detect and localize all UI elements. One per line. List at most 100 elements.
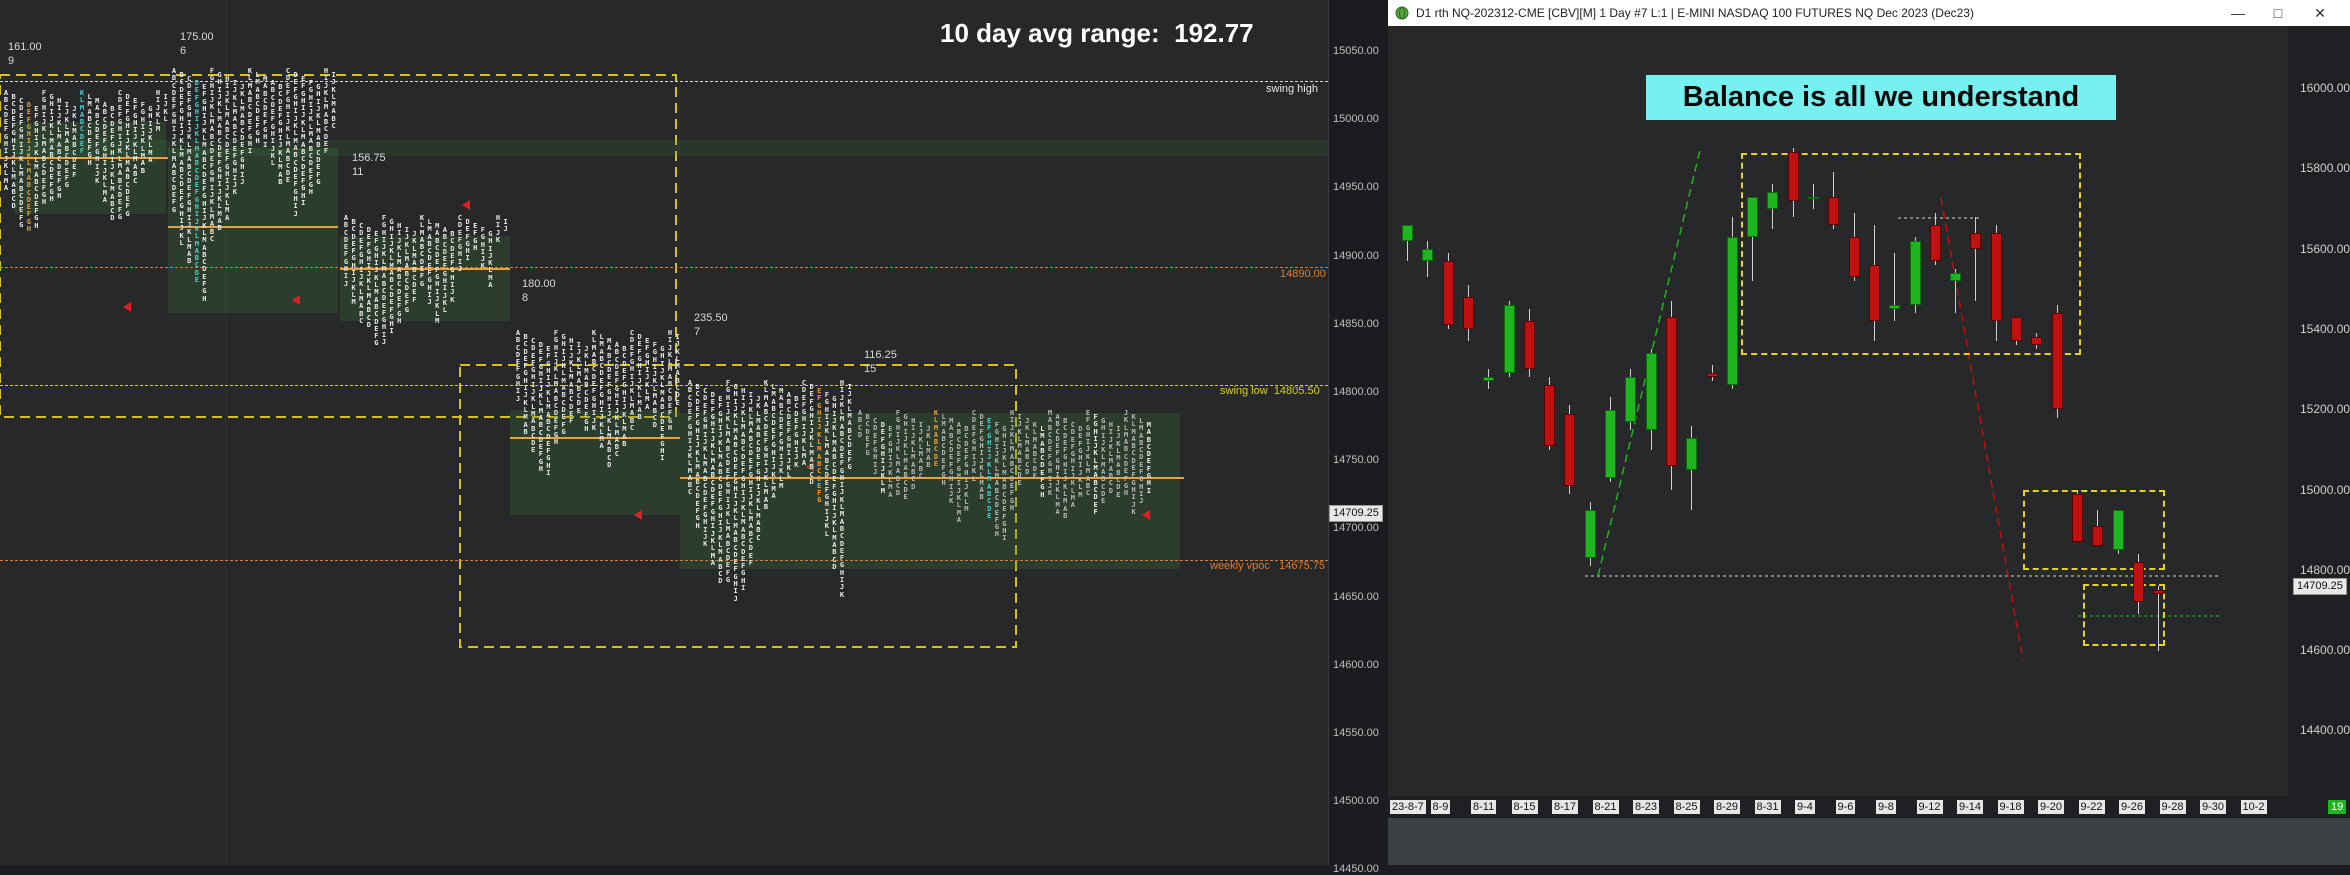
swing-high-label: swing high	[1266, 83, 1318, 95]
date-axis-tick: 9-12	[1916, 800, 1943, 814]
candle-body	[1564, 413, 1576, 486]
tpo-column: I J K L	[163, 93, 168, 123]
daily-chart-window[interactable]: D1 rth NQ-202312-CME [CBV][M] 1 Day #7 L…	[1388, 0, 2350, 865]
session-label: 161.00 9	[8, 41, 42, 67]
daily-current-price-tag: 14709.25	[2293, 578, 2347, 595]
date-axis-tick: 8-21	[1592, 800, 1619, 814]
candle-wick	[1975, 216, 1977, 301]
price-axis-tick: 15600.00	[2300, 241, 2350, 256]
date-axis-tick: 8-11	[1471, 800, 1497, 814]
tpo-price-axis[interactable]: 15050.00 15000.00 14950.00 14900.00 14850.00…	[1328, 0, 1381, 875]
candlestick-chart[interactable]: Balance is all we understand	[1388, 26, 2288, 796]
price-axis-tick: 14800.00	[1333, 386, 1379, 398]
candle-body	[1422, 248, 1434, 261]
price-axis-tick: 14950.00	[1333, 181, 1379, 194]
price-axis-tick: 15200.00	[2300, 402, 2350, 417]
price-axis-tick: 14600.00	[1333, 658, 1379, 671]
price-axis-tick: 14900.00	[1333, 249, 1379, 262]
date-axis-tick: 8-29	[1714, 800, 1741, 814]
candle-body	[1990, 232, 2002, 322]
candle-body	[2051, 313, 2063, 410]
candle-body	[2112, 509, 2124, 551]
candle-body	[1767, 192, 1779, 209]
session-label: 116.25 15	[864, 349, 897, 375]
price-axis-tick: 14450.00	[1333, 863, 1379, 875]
candle-body	[1544, 385, 1556, 446]
candle-body	[1462, 296, 1474, 330]
date-axis-tick: 9-18	[1997, 800, 2024, 814]
date-axis[interactable]: 23-8-7 8-9 8-11 8-15 8-17 8-21 8-23 8-25 8-29 8-3…	[1388, 796, 2350, 818]
candle-body	[1584, 509, 1596, 559]
weekly-vpoc-line	[0, 560, 1328, 561]
price-axis-tick: 15800.00	[2300, 161, 2350, 176]
candle-body	[1828, 196, 1840, 225]
close-button[interactable]: ✕	[2300, 2, 2340, 24]
candle-body	[1625, 377, 1637, 422]
maximize-button[interactable]: □	[2258, 2, 2298, 24]
single-print-marker	[462, 200, 470, 210]
tpo-current-price-tag: 14709.25	[1329, 505, 1383, 522]
avg-range-readout: 10 day avg range: 192.77	[940, 18, 1254, 48]
candle-body	[2071, 493, 2083, 543]
candle-body	[1483, 377, 1495, 382]
tpo-chart-pane[interactable]: A B C D E F G H I J K L M A B C D E F G …	[0, 0, 1328, 865]
candle-body	[1726, 236, 1738, 386]
candle-body	[1706, 373, 1718, 378]
candle-body	[1950, 272, 1962, 281]
candle-body	[1808, 196, 1819, 199]
session-label: 156.75 11	[352, 152, 386, 178]
session-label: 180.00 8	[522, 278, 556, 304]
level-14890-label: 14890.00	[1280, 268, 1326, 280]
price-axis-tick: 14650.00	[1333, 590, 1379, 603]
chart-overlays	[1585, 149, 2220, 661]
candle-body	[1909, 240, 1921, 305]
tpo-column: I J K L M A B C D E	[675, 333, 680, 407]
candle-body	[1848, 236, 1860, 277]
daily-price-axis[interactable]: 16000.00 15800.00 15600.00 15400.00 15200.00…	[2288, 26, 2350, 796]
window-titlebar[interactable]: D1 rth NQ-202312-CME [CBV][M] 1 Day #7 L…	[1388, 0, 2350, 26]
single-print-marker	[292, 295, 300, 305]
swing-low-label: swing low 14805.50	[1220, 385, 1320, 397]
single-print-marker	[634, 510, 642, 520]
bar-count-tag: 19	[2328, 800, 2347, 814]
price-axis-tick: 15050.00	[1333, 45, 1379, 57]
candle-wick	[1894, 252, 1896, 322]
price-axis-tick: 14700.00	[1333, 522, 1379, 535]
date-axis-tick: 9-28	[2159, 800, 2186, 814]
minimize-button[interactable]: —	[2218, 2, 2258, 24]
price-axis-tick: 16000.00	[2300, 81, 2350, 95]
tpo-column: I J	[503, 218, 508, 234]
date-axis-tick: 9-14	[1957, 800, 1984, 814]
price-axis-tick: 15000.00	[2300, 482, 2350, 497]
date-axis-tick: 10-2	[2240, 800, 2267, 814]
candle-body	[1868, 264, 1880, 322]
price-axis-tick: 14400.00	[2300, 723, 2350, 738]
date-axis-tick: 8-25	[1673, 800, 1700, 814]
date-axis-tick: 9-6	[1835, 800, 1856, 814]
date-axis-tick: 8-9	[1430, 800, 1451, 814]
date-axis-tick: 8-31	[1754, 800, 1781, 814]
candle-body	[1523, 321, 1535, 370]
candle-body	[1645, 353, 1657, 430]
date-axis-tick: 9-22	[2078, 800, 2105, 814]
candle-body	[1686, 437, 1698, 470]
single-print-marker	[123, 302, 131, 312]
candle-body	[1503, 305, 1515, 374]
price-axis-tick: 14550.00	[1333, 727, 1379, 739]
candle-body	[2092, 526, 2104, 547]
tpo-column: I J K L M A B C D E F G	[847, 383, 852, 472]
session-label: 175.00 6	[180, 31, 214, 57]
date-axis-tick: 8-15	[1511, 800, 1538, 814]
date-axis-tick: 8-17	[1552, 800, 1579, 814]
date-axis-tick: 23-8-7	[1390, 800, 1426, 814]
date-axis-tick: 9-4	[1795, 800, 1815, 814]
window-bottom-strip	[1388, 818, 2350, 865]
globe-icon	[1395, 6, 1409, 20]
price-axis-tick: 14750.00	[1333, 454, 1379, 467]
session-label: 235.50 7	[694, 312, 728, 338]
date-axis-tick: 9-30	[2200, 800, 2227, 814]
single-print-marker	[1142, 510, 1150, 520]
candle-body	[1665, 317, 1677, 466]
candle-body	[1747, 196, 1759, 237]
candle-body	[2153, 590, 2165, 595]
